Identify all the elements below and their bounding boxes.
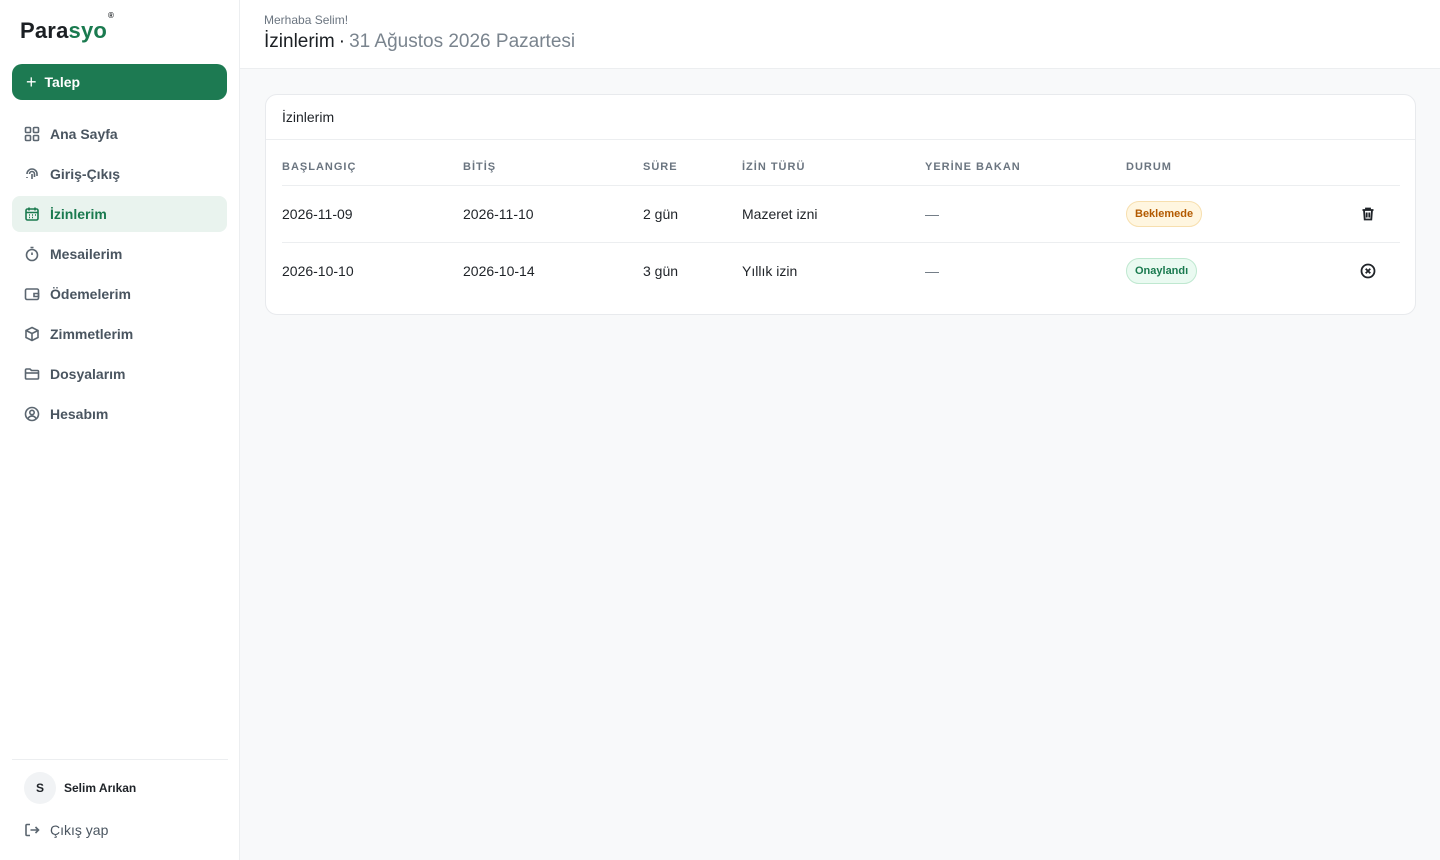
sidebar-item-label: İzinlerim <box>50 206 107 222</box>
current-date: 31 Ağustos 2026 Pazartesi <box>349 31 576 52</box>
cell-type: Yıllık izin <box>742 262 798 279</box>
sidebar-item-label: Dosyalarım <box>50 366 126 382</box>
sidebar-footer: S Selim Arıkan Çıkış yap <box>12 759 228 860</box>
sidebar-item-dosyalarim[interactable]: Dosyalarım <box>12 356 227 392</box>
user-profile[interactable]: S Selim Arıkan <box>24 772 136 804</box>
cell-type: Mazeret izni <box>742 185 925 243</box>
page-title-text: İzinlerim <box>264 31 335 52</box>
page-title: İzinlerim · 31 Ağustos 2026 Pazartesi <box>264 31 575 53</box>
column-header-actions <box>1306 140 1400 186</box>
table-header-row: BAŞLANGIÇ BİTİŞ SÜRE İZİN TÜRÜ YERİNE BA… <box>282 140 1400 186</box>
brand-logo[interactable]: Parasyo® <box>20 11 114 44</box>
cell-actions <box>1306 242 1400 299</box>
cell-actions <box>1306 185 1400 243</box>
sidebar-item-ana-sayfa[interactable]: Ana Sayfa <box>12 116 227 152</box>
cell-end: 2026-11-10 <box>463 185 643 243</box>
avatar: S <box>24 772 56 804</box>
leave-card: İzinlerim BAŞLANGIÇ BİTİŞ SÜRE İZİN TÜRÜ… <box>265 94 1416 315</box>
cell-status: Onaylandı <box>1126 242 1306 299</box>
new-request-label: Talep <box>44 74 81 90</box>
status-badge: Beklemede <box>1126 200 1203 227</box>
logout-button[interactable]: Çıkış yap <box>24 822 108 838</box>
cell-status: Beklemede <box>1126 185 1306 243</box>
column-header-substitute[interactable]: YERİNE BAKAN <box>925 140 1126 186</box>
sidebar-nav: Ana Sayfa Giriş-Çıkış İzinlerim Mesailer… <box>12 116 227 436</box>
sidebar-item-giris-cikis[interactable]: Giriş-Çıkış <box>12 156 227 192</box>
new-request-button[interactable]: + Talep <box>12 64 227 100</box>
logout-label: Çıkış yap <box>50 822 109 838</box>
cell-duration: 3 gün <box>643 262 679 279</box>
sidebar-item-odemelerim[interactable]: Ödemelerim <box>12 276 227 312</box>
sidebar-item-izinlerim[interactable]: İzinlerim <box>12 196 227 232</box>
dashboard-icon <box>24 126 40 142</box>
sidebar-item-hesabim[interactable]: Hesabım <box>12 396 227 432</box>
sidebar-item-label: Giriş-Çıkış <box>50 166 121 182</box>
plus-icon: + <box>26 72 37 92</box>
folder-icon <box>24 368 40 380</box>
column-header-end[interactable]: BİTİŞ <box>463 140 643 186</box>
timer-icon <box>25 246 39 262</box>
card-title: İzinlerim <box>266 95 1415 140</box>
box-icon <box>25 326 39 342</box>
cell-start: 2026-11-09 <box>282 185 463 243</box>
leave-table: BAŞLANGIÇ BİTİŞ SÜRE İZİN TÜRÜ YERİNE BA… <box>282 140 1400 299</box>
column-header-duration[interactable]: SÜRE <box>643 140 742 186</box>
sidebar-item-label: Hesabım <box>50 406 109 422</box>
cell-substitute: — <box>925 185 1126 243</box>
user-circle-icon <box>24 406 40 422</box>
fingerprint-icon <box>26 168 38 179</box>
column-header-start[interactable]: BAŞLANGIÇ <box>282 140 463 186</box>
table-row: 2026-10-10 2026-10-14 3 gün Yıllık izin … <box>282 242 1400 299</box>
column-header-status[interactable]: DURUM <box>1126 140 1306 186</box>
cell-substitute: — <box>925 262 939 279</box>
user-name: Selim Arıkan <box>64 781 137 795</box>
calendar-icon <box>25 207 39 221</box>
status-badge: Onaylandı <box>1126 257 1198 284</box>
sidebar-item-label: Zimmetlerim <box>50 326 134 342</box>
greeting-text: Merhaba Selim! <box>264 13 349 27</box>
sidebar-item-label: Mesailerim <box>50 246 123 262</box>
cell-duration: 2 gün <box>643 185 742 243</box>
column-header-type[interactable]: İZİN TÜRÜ <box>742 140 925 186</box>
sidebar-item-label: Ana Sayfa <box>50 126 118 142</box>
sidebar-item-mesailerim[interactable]: Mesailerim <box>12 236 227 272</box>
logout-icon <box>25 823 40 837</box>
trash-icon[interactable] <box>1360 206 1376 222</box>
cancel-circle-icon[interactable] <box>1360 263 1376 279</box>
title-separator: · <box>338 31 346 52</box>
wallet-icon <box>24 288 40 301</box>
table-row: 2026-11-09 2026-11-10 2 gün Mazeret izni… <box>282 185 1400 243</box>
cell-start: 2026-10-10 <box>282 262 354 279</box>
top-header: Merhaba Selim! İzinlerim · 31 Ağustos 2026… <box>240 0 1440 69</box>
sidebar-item-zimmetlerim[interactable]: Zimmetlerim <box>12 316 227 352</box>
sidebar: Parasyo® + Talep Ana Sayfa Giriş-Çıkış İ… <box>0 0 240 860</box>
cell-end: 2026-10-14 <box>463 262 535 279</box>
sidebar-item-label: Ödemelerim <box>50 286 131 302</box>
